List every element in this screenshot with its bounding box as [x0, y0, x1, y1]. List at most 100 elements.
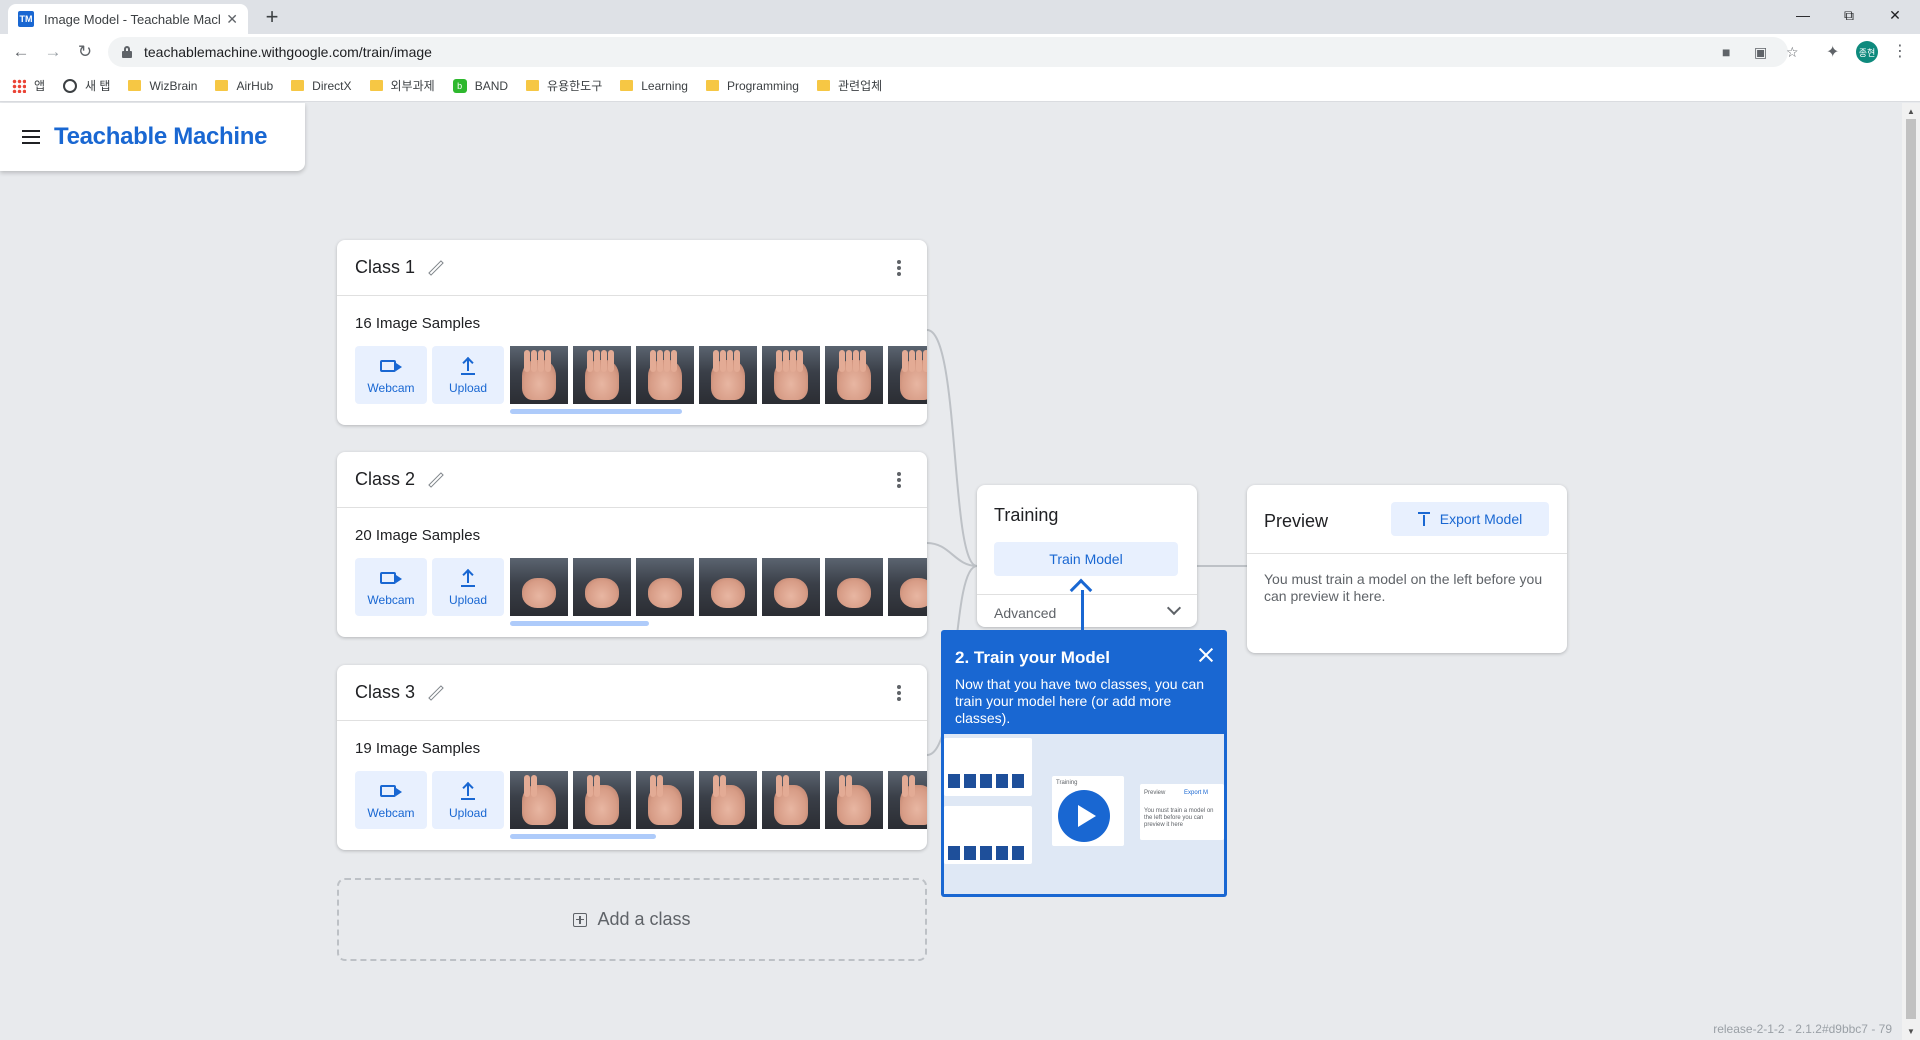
profile-avatar[interactable]: 종현 [1856, 41, 1878, 63]
restore-button[interactable]: ⧉ [1826, 0, 1872, 30]
sample-thumbnail[interactable] [573, 558, 631, 616]
bookmark-label: Learning [641, 78, 688, 93]
webcam-label: Webcam [367, 806, 415, 820]
webcam-button[interactable]: Webcam [355, 346, 427, 404]
bookmark-star-icon[interactable]: ☆ [1786, 44, 1799, 61]
tutorial-video[interactable]: Training Preview Export M You must train… [944, 734, 1224, 894]
scroll-down-icon[interactable]: ▼ [1907, 1027, 1915, 1036]
bookmark-apps[interactable]: 앱 [12, 77, 45, 94]
bookmark-companies[interactable]: 관련업체 [816, 77, 882, 94]
new-tab-button[interactable]: + [258, 4, 286, 32]
sample-thumbnail[interactable] [888, 346, 927, 404]
sample-thumbnail[interactable] [825, 771, 883, 829]
thumbnail-scrollbar[interactable] [510, 834, 656, 839]
edit-pencil-icon[interactable] [427, 259, 445, 277]
browser-tab[interactable]: TM Image Model - Teachable Mach ✕ [8, 4, 248, 34]
sample-thumbnail[interactable] [636, 346, 694, 404]
sample-thumbnail[interactable] [825, 558, 883, 616]
samples-count: 19 Image Samples [355, 740, 481, 757]
upload-button[interactable]: Upload [432, 558, 504, 616]
upload-icon [460, 357, 476, 375]
export-model-button[interactable]: Export Model [1391, 502, 1549, 536]
window-close-button[interactable]: ✕ [1872, 0, 1918, 30]
webcam-label: Webcam [367, 381, 415, 395]
bookmark-learning[interactable]: Learning [620, 79, 688, 93]
bookmark-tools[interactable]: 유용한도구 [526, 77, 602, 94]
address-bar[interactable]: teachablemachine.withgoogle.com/train/im… [108, 37, 1788, 67]
advanced-toggle[interactable]: Advanced [977, 594, 1197, 627]
sample-thumbnail[interactable] [510, 558, 568, 616]
bookmark-label: AirHub [236, 78, 274, 93]
edit-pencil-icon[interactable] [427, 471, 445, 489]
minimize-button[interactable]: — [1780, 0, 1826, 30]
scrollbar-thumb[interactable] [1906, 119, 1916, 1019]
hamburger-menu-icon[interactable] [22, 130, 40, 144]
class-name[interactable]: Class 2 [355, 469, 415, 490]
webcam-icon [380, 572, 402, 584]
upload-button[interactable]: Upload [432, 346, 504, 404]
tab-close-icon[interactable]: ✕ [226, 11, 238, 28]
add-class-button[interactable]: Add a class [337, 878, 927, 961]
close-icon[interactable] [1197, 646, 1215, 664]
sample-thumbnail[interactable] [510, 771, 568, 829]
page-scrollbar[interactable]: ▲ ▼ [1902, 103, 1920, 1040]
bookmark-airhub[interactable]: AirHub [215, 79, 273, 93]
back-button[interactable]: ← [8, 39, 34, 65]
class-options-icon[interactable] [897, 685, 901, 701]
bookmark-new-tab[interactable]: 새 탭 [63, 77, 110, 94]
folder-icon [526, 80, 540, 91]
upload-icon [460, 569, 476, 587]
sample-thumbnail[interactable] [762, 558, 820, 616]
class-card-2: Class 2 20 Image Samples Webcam Upload [337, 452, 927, 637]
sample-thumbnail[interactable] [573, 346, 631, 404]
browser-menu-icon[interactable]: ⋮ [1892, 41, 1908, 61]
sample-thumbnail[interactable] [510, 346, 568, 404]
sample-thumbnails[interactable] [510, 771, 927, 829]
bookmark-external[interactable]: 외부과제 [369, 77, 435, 94]
sample-thumbnail[interactable] [573, 771, 631, 829]
sample-thumbnail[interactable] [636, 771, 694, 829]
class-header: Class 2 [337, 452, 927, 508]
play-icon[interactable] [1058, 790, 1110, 842]
sample-thumbnail[interactable] [888, 558, 927, 616]
sample-thumbnail[interactable] [699, 771, 757, 829]
training-title: Training [994, 505, 1059, 525]
scroll-up-icon[interactable]: ▲ [1907, 107, 1915, 116]
webcam-button[interactable]: Webcam [355, 771, 427, 829]
thumbnail-scrollbar[interactable] [510, 409, 682, 414]
sample-thumbnails[interactable] [510, 346, 927, 404]
add-class-label: Add a class [597, 909, 691, 929]
edit-pencil-icon[interactable] [427, 684, 445, 702]
class-header: Class 1 [337, 240, 927, 296]
translate-icon[interactable]: ▣ [1754, 44, 1767, 61]
bookmark-wizbrain[interactable]: WizBrain [128, 79, 197, 93]
sample-thumbnail[interactable] [762, 346, 820, 404]
app-title[interactable]: Teachable Machine [54, 123, 268, 151]
reload-button[interactable]: ↻ [72, 39, 98, 65]
sample-thumbnail[interactable] [699, 346, 757, 404]
sample-thumbnail[interactable] [699, 558, 757, 616]
class-options-icon[interactable] [897, 260, 901, 276]
sample-thumbnail[interactable] [762, 771, 820, 829]
bookmark-programming[interactable]: Programming [705, 79, 799, 93]
bookmark-directx[interactable]: DirectX [291, 79, 352, 93]
thumbnail-scrollbar[interactable] [510, 621, 649, 626]
class-name[interactable]: Class 3 [355, 682, 415, 703]
class-options-icon[interactable] [897, 472, 901, 488]
folder-icon [816, 80, 830, 91]
video-training-label: Training [1056, 780, 1078, 786]
forward-button[interactable]: → [40, 39, 66, 65]
camera-blocked-icon[interactable]: ■ [1722, 44, 1730, 60]
export-icon [1417, 512, 1430, 526]
train-model-button[interactable]: Train Model [994, 542, 1178, 576]
sample-thumbnail[interactable] [888, 771, 927, 829]
upload-button[interactable]: Upload [432, 771, 504, 829]
class-name[interactable]: Class 1 [355, 257, 415, 278]
extensions-puzzle-icon[interactable]: ✦ [1826, 42, 1839, 62]
sample-thumbnail[interactable] [636, 558, 694, 616]
webcam-button[interactable]: Webcam [355, 558, 427, 616]
tab-title: Image Model - Teachable Mach [44, 11, 221, 27]
bookmark-band[interactable]: b BAND [452, 78, 508, 93]
sample-thumbnail[interactable] [825, 346, 883, 404]
sample-thumbnails[interactable] [510, 558, 927, 616]
